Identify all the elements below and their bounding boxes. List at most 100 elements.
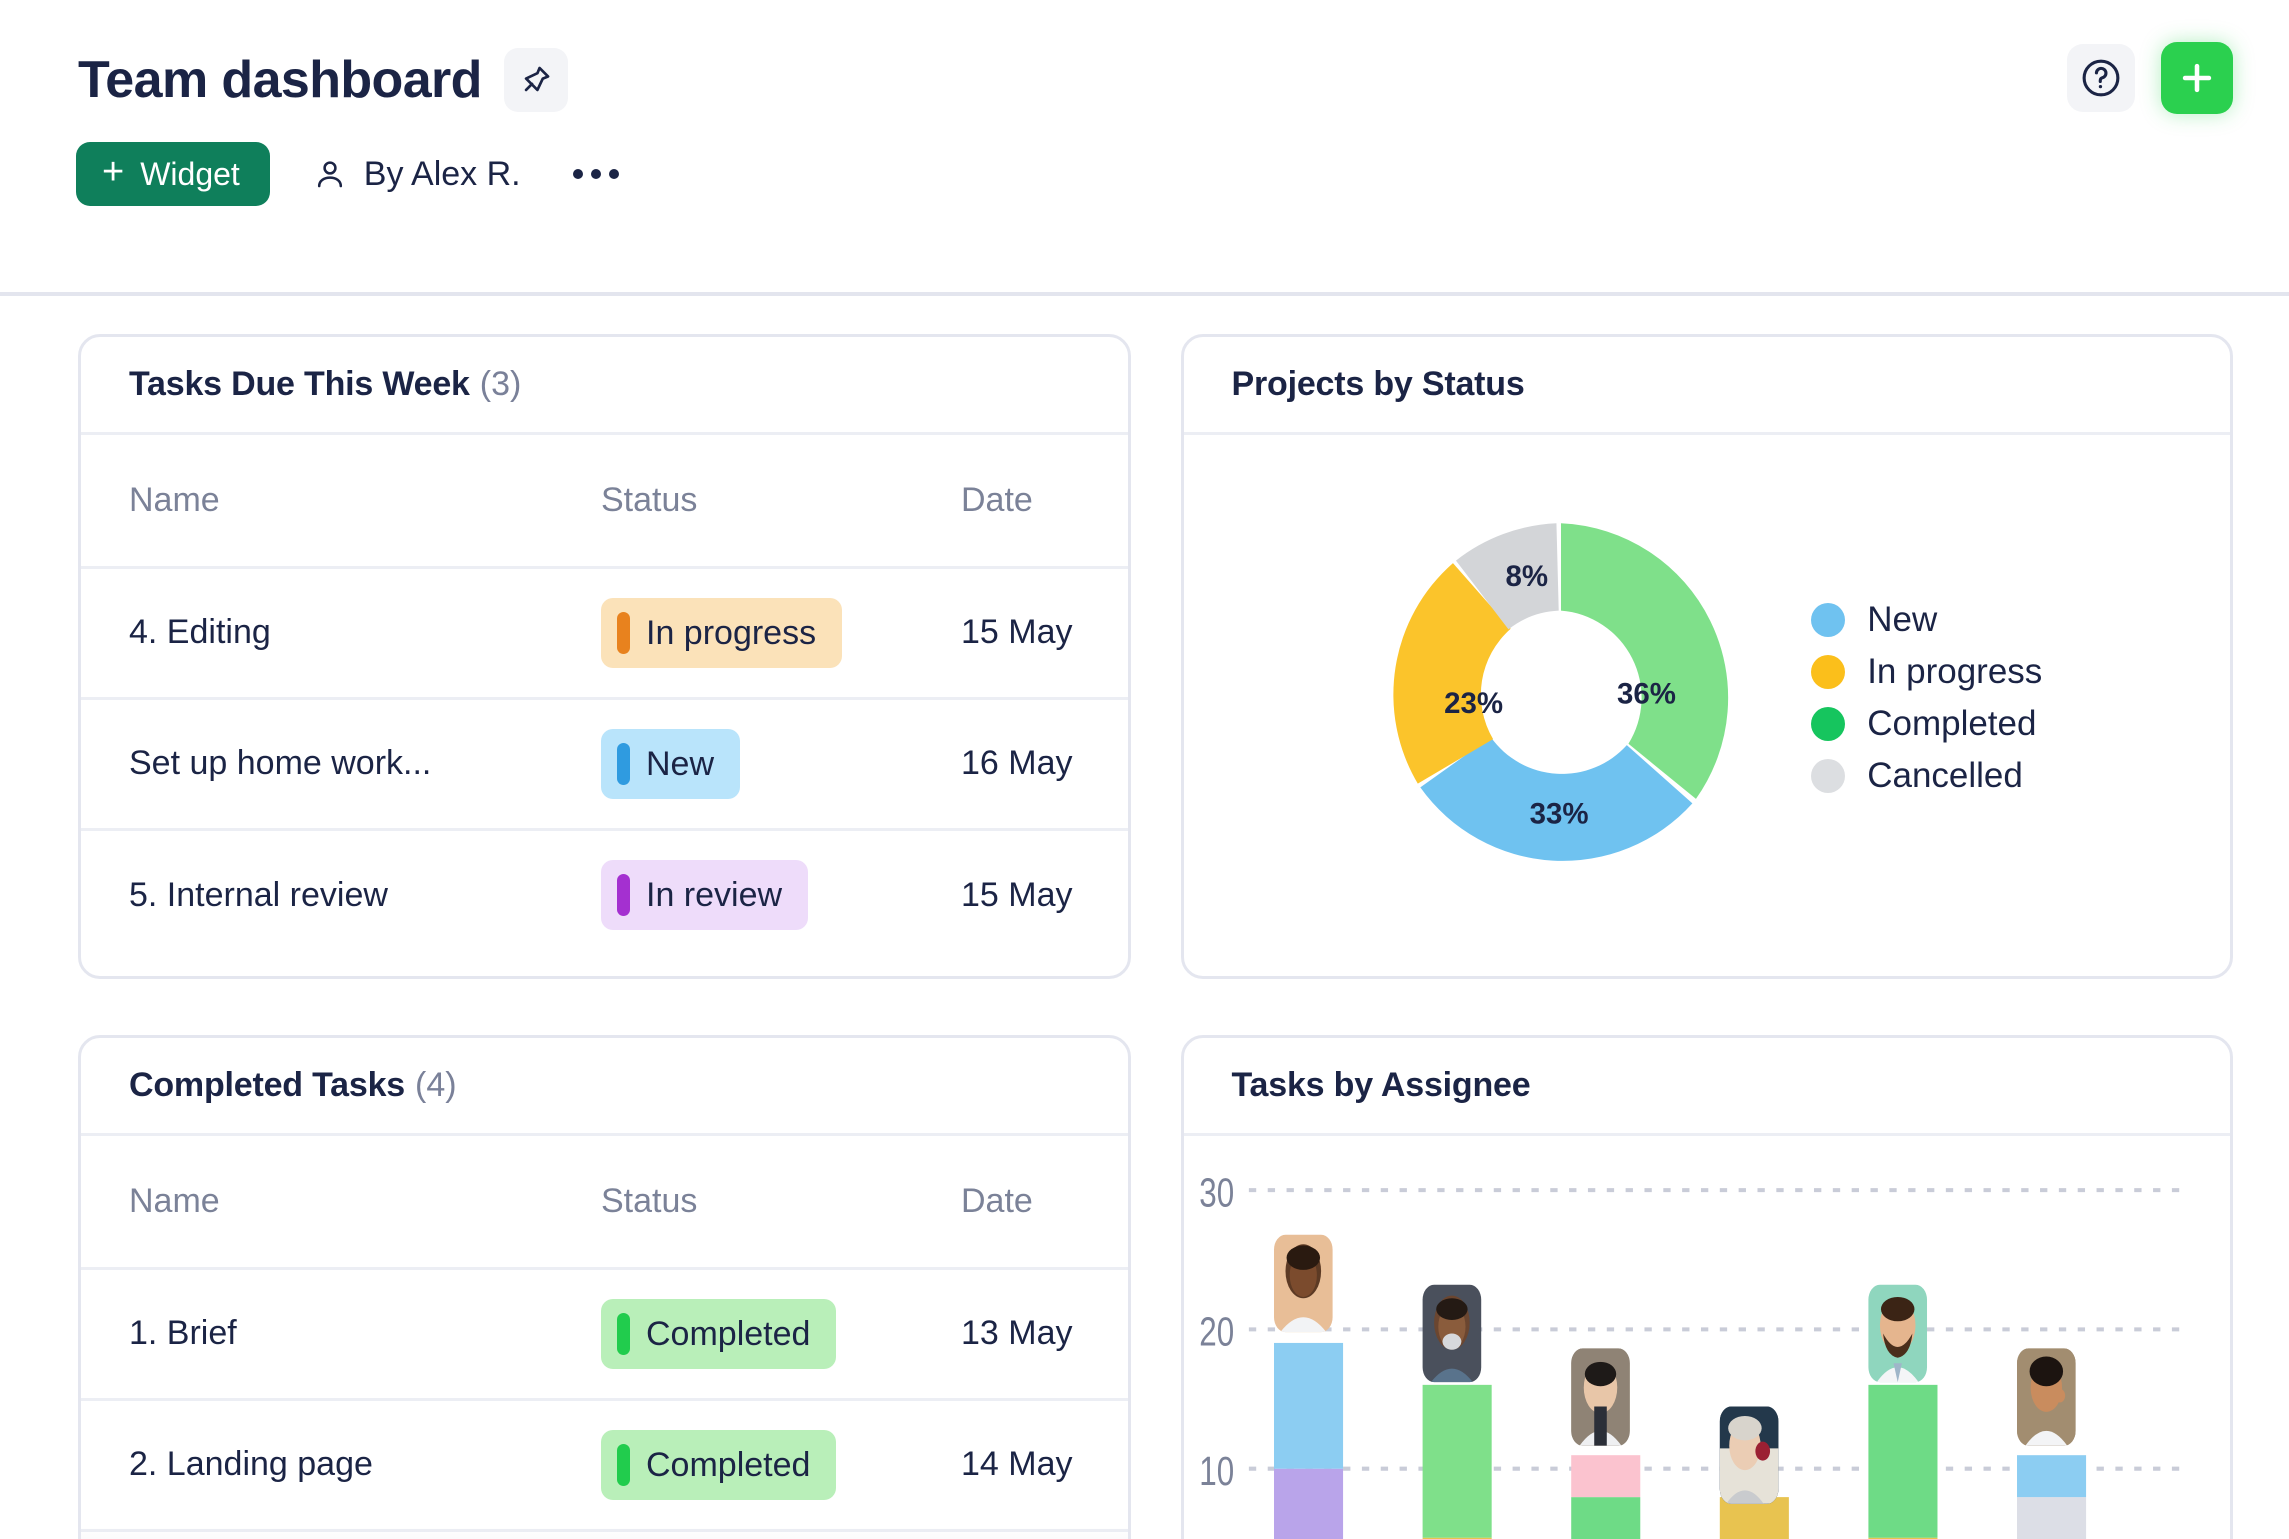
avatar-3-image <box>1570 1348 1630 1446</box>
bar-segment-blocked[interactable] <box>1570 1455 1640 1498</box>
table-row[interactable]: Set up home work... New 16 May <box>81 698 1128 831</box>
ellipsis-icon <box>590 169 601 179</box>
column-header-date[interactable]: Date <box>961 435 1128 569</box>
table-row[interactable]: 1. Brief Completed 13 May <box>81 1268 1128 1401</box>
tasks-due-table: Name Status Date 4. Editing In progress <box>81 435 1128 960</box>
status-badge[interactable]: In progress <box>601 597 843 668</box>
donut-value-in-progress: 23% <box>1444 687 1503 720</box>
cell-date: 15 May <box>961 875 1073 914</box>
completed-tasks-table: Name Status Date 1. Brief Completed 13 M… <box>81 1136 1128 1532</box>
pin-icon <box>524 66 550 92</box>
dashboard-grid: Tasks Due This Week (3) Name Status Date… <box>0 296 2289 1539</box>
widget-count: (3) <box>479 365 522 403</box>
column-header-date[interactable]: Date <box>961 1136 1128 1270</box>
legend-item-completed[interactable]: Completed <box>1811 704 2042 744</box>
legend-swatch-icon <box>1811 602 1846 637</box>
bar-segment-new[interactable] <box>2016 1455 2086 1498</box>
ellipsis-icon <box>572 169 583 179</box>
title-row: Team dashboard <box>0 0 2289 112</box>
plus-glyph: + <box>102 151 125 193</box>
cell-status: In review <box>601 829 961 960</box>
status-bar-icon <box>617 742 630 785</box>
legend-swatch-icon <box>1811 706 1846 741</box>
donut-value-completed: 36% <box>1617 677 1676 710</box>
ytick-10: 10 <box>1199 1448 1234 1494</box>
donut-value-cancelled: 8% <box>1506 559 1549 592</box>
bar-segment-in-review[interactable] <box>1273 1468 1343 1539</box>
legend-label: New <box>1867 599 1938 639</box>
column-header-status[interactable]: Status <box>601 435 961 569</box>
dashboard-author[interactable]: By Alex R. <box>312 155 521 194</box>
pin-button[interactable] <box>503 48 568 112</box>
ytick-30: 30 <box>1199 1169 1234 1215</box>
widget-body: Name Status Date 4. Editing In progress <box>81 435 1128 976</box>
cell-date: 15 May <box>961 567 1128 700</box>
widget-title: Tasks by Assignee <box>1231 1066 1531 1104</box>
cell-status: Completed <box>601 1268 961 1401</box>
status-badge[interactable]: New <box>601 728 741 799</box>
status-bar-icon <box>617 874 630 917</box>
widget-tasks-due-this-week: Tasks Due This Week (3) Name Status Date… <box>78 334 1131 979</box>
page-title: Team dashboard <box>78 51 482 109</box>
status-badge[interactable]: Completed <box>601 1298 837 1369</box>
avatar-4-image <box>1719 1406 1778 1504</box>
table-row[interactable]: 2. Landing page Completed 14 May <box>81 1399 1128 1532</box>
status-badge[interactable]: In review <box>601 860 809 931</box>
status-label: Completed <box>646 1314 811 1353</box>
cell-name: 5. Internal review <box>129 875 388 914</box>
user-icon <box>317 161 342 188</box>
widget-header: Tasks Due This Week (3) <box>81 337 1128 435</box>
bar-segment-cancelled[interactable] <box>2016 1497 2086 1539</box>
avatar-6-image <box>2016 1348 2076 1446</box>
legend-label: Completed <box>1867 703 2037 743</box>
legend-item-cancelled[interactable]: Cancelled <box>1811 756 2042 796</box>
bar-segment-completed[interactable] <box>1867 1384 1937 1538</box>
question-circle-icon <box>2082 59 2120 97</box>
status-badge[interactable]: Completed <box>601 1429 837 1500</box>
cell-status: Completed <box>601 1399 961 1532</box>
add-widget-label: Widget <box>140 155 240 192</box>
add-widget-button[interactable]: + Widget <box>76 142 270 206</box>
cell-date: 16 May <box>961 698 1128 831</box>
table-header-row: Name Status Date <box>81 435 1128 569</box>
status-bar-icon <box>617 1443 630 1486</box>
cell-date: 13 May <box>961 1268 1128 1401</box>
header-actions <box>2067 42 2233 114</box>
status-label: New <box>646 744 715 783</box>
table-row[interactable]: 5. Internal review In review 15 May <box>81 829 1128 960</box>
column-header-name[interactable]: Name <box>81 435 601 569</box>
bar-segment-new[interactable] <box>1273 1342 1343 1469</box>
legend-item-new[interactable]: New <box>1811 600 2042 640</box>
donut-slice-completed[interactable] <box>1561 522 1729 799</box>
column-header-status[interactable]: Status <box>601 1136 961 1270</box>
table-header-row: Name Status Date <box>81 1136 1128 1270</box>
table-row[interactable]: 4. Editing In progress 15 May <box>81 567 1128 700</box>
cell-status: In progress <box>601 567 961 700</box>
bar-segment-completed[interactable] <box>1570 1497 1640 1539</box>
status-label: Completed <box>646 1445 811 1484</box>
cell-name: 4. Editing <box>81 567 601 700</box>
widget-title: Projects by Status <box>1231 365 1525 403</box>
status-bar-icon <box>617 1312 630 1355</box>
ellipsis-icon <box>608 169 619 179</box>
widget-count: (4) <box>415 1066 457 1104</box>
help-button[interactable] <box>2067 44 2135 112</box>
donut-chart-container: 36% 33% 23% 8% New In progress Completed… <box>1184 435 2231 976</box>
donut-value-new: 33% <box>1530 797 1589 830</box>
donut-chart[interactable]: 36% 33% 23% 8% <box>1371 508 1751 888</box>
widget-header: Completed Tasks (4) <box>81 1038 1128 1136</box>
status-label: In progress <box>646 613 817 652</box>
widget-header: Projects by Status <box>1183 337 2230 435</box>
cell-name: 2. Landing page <box>81 1399 601 1532</box>
column-header-name[interactable]: Name <box>81 1136 601 1270</box>
donut-legend: New In progress Completed Cancelled <box>1811 600 2042 796</box>
legend-item-in-progress[interactable]: In progress <box>1811 652 2042 692</box>
create-button[interactable] <box>2161 42 2233 114</box>
bar-segment-completed[interactable] <box>1422 1384 1492 1538</box>
widget-body: Name Status Date 1. Brief Completed 13 M… <box>81 1136 1128 1539</box>
plus-icon <box>2182 63 2212 93</box>
toolbar-row: + Widget By Alex R. <box>0 112 2289 206</box>
more-options-button[interactable] <box>567 159 625 189</box>
bar-chart[interactable]: 30 20 10 0 <box>1184 1136 2231 1539</box>
widget-completed-tasks: Completed Tasks (4) Name Status Date 1. … <box>78 1035 1131 1539</box>
